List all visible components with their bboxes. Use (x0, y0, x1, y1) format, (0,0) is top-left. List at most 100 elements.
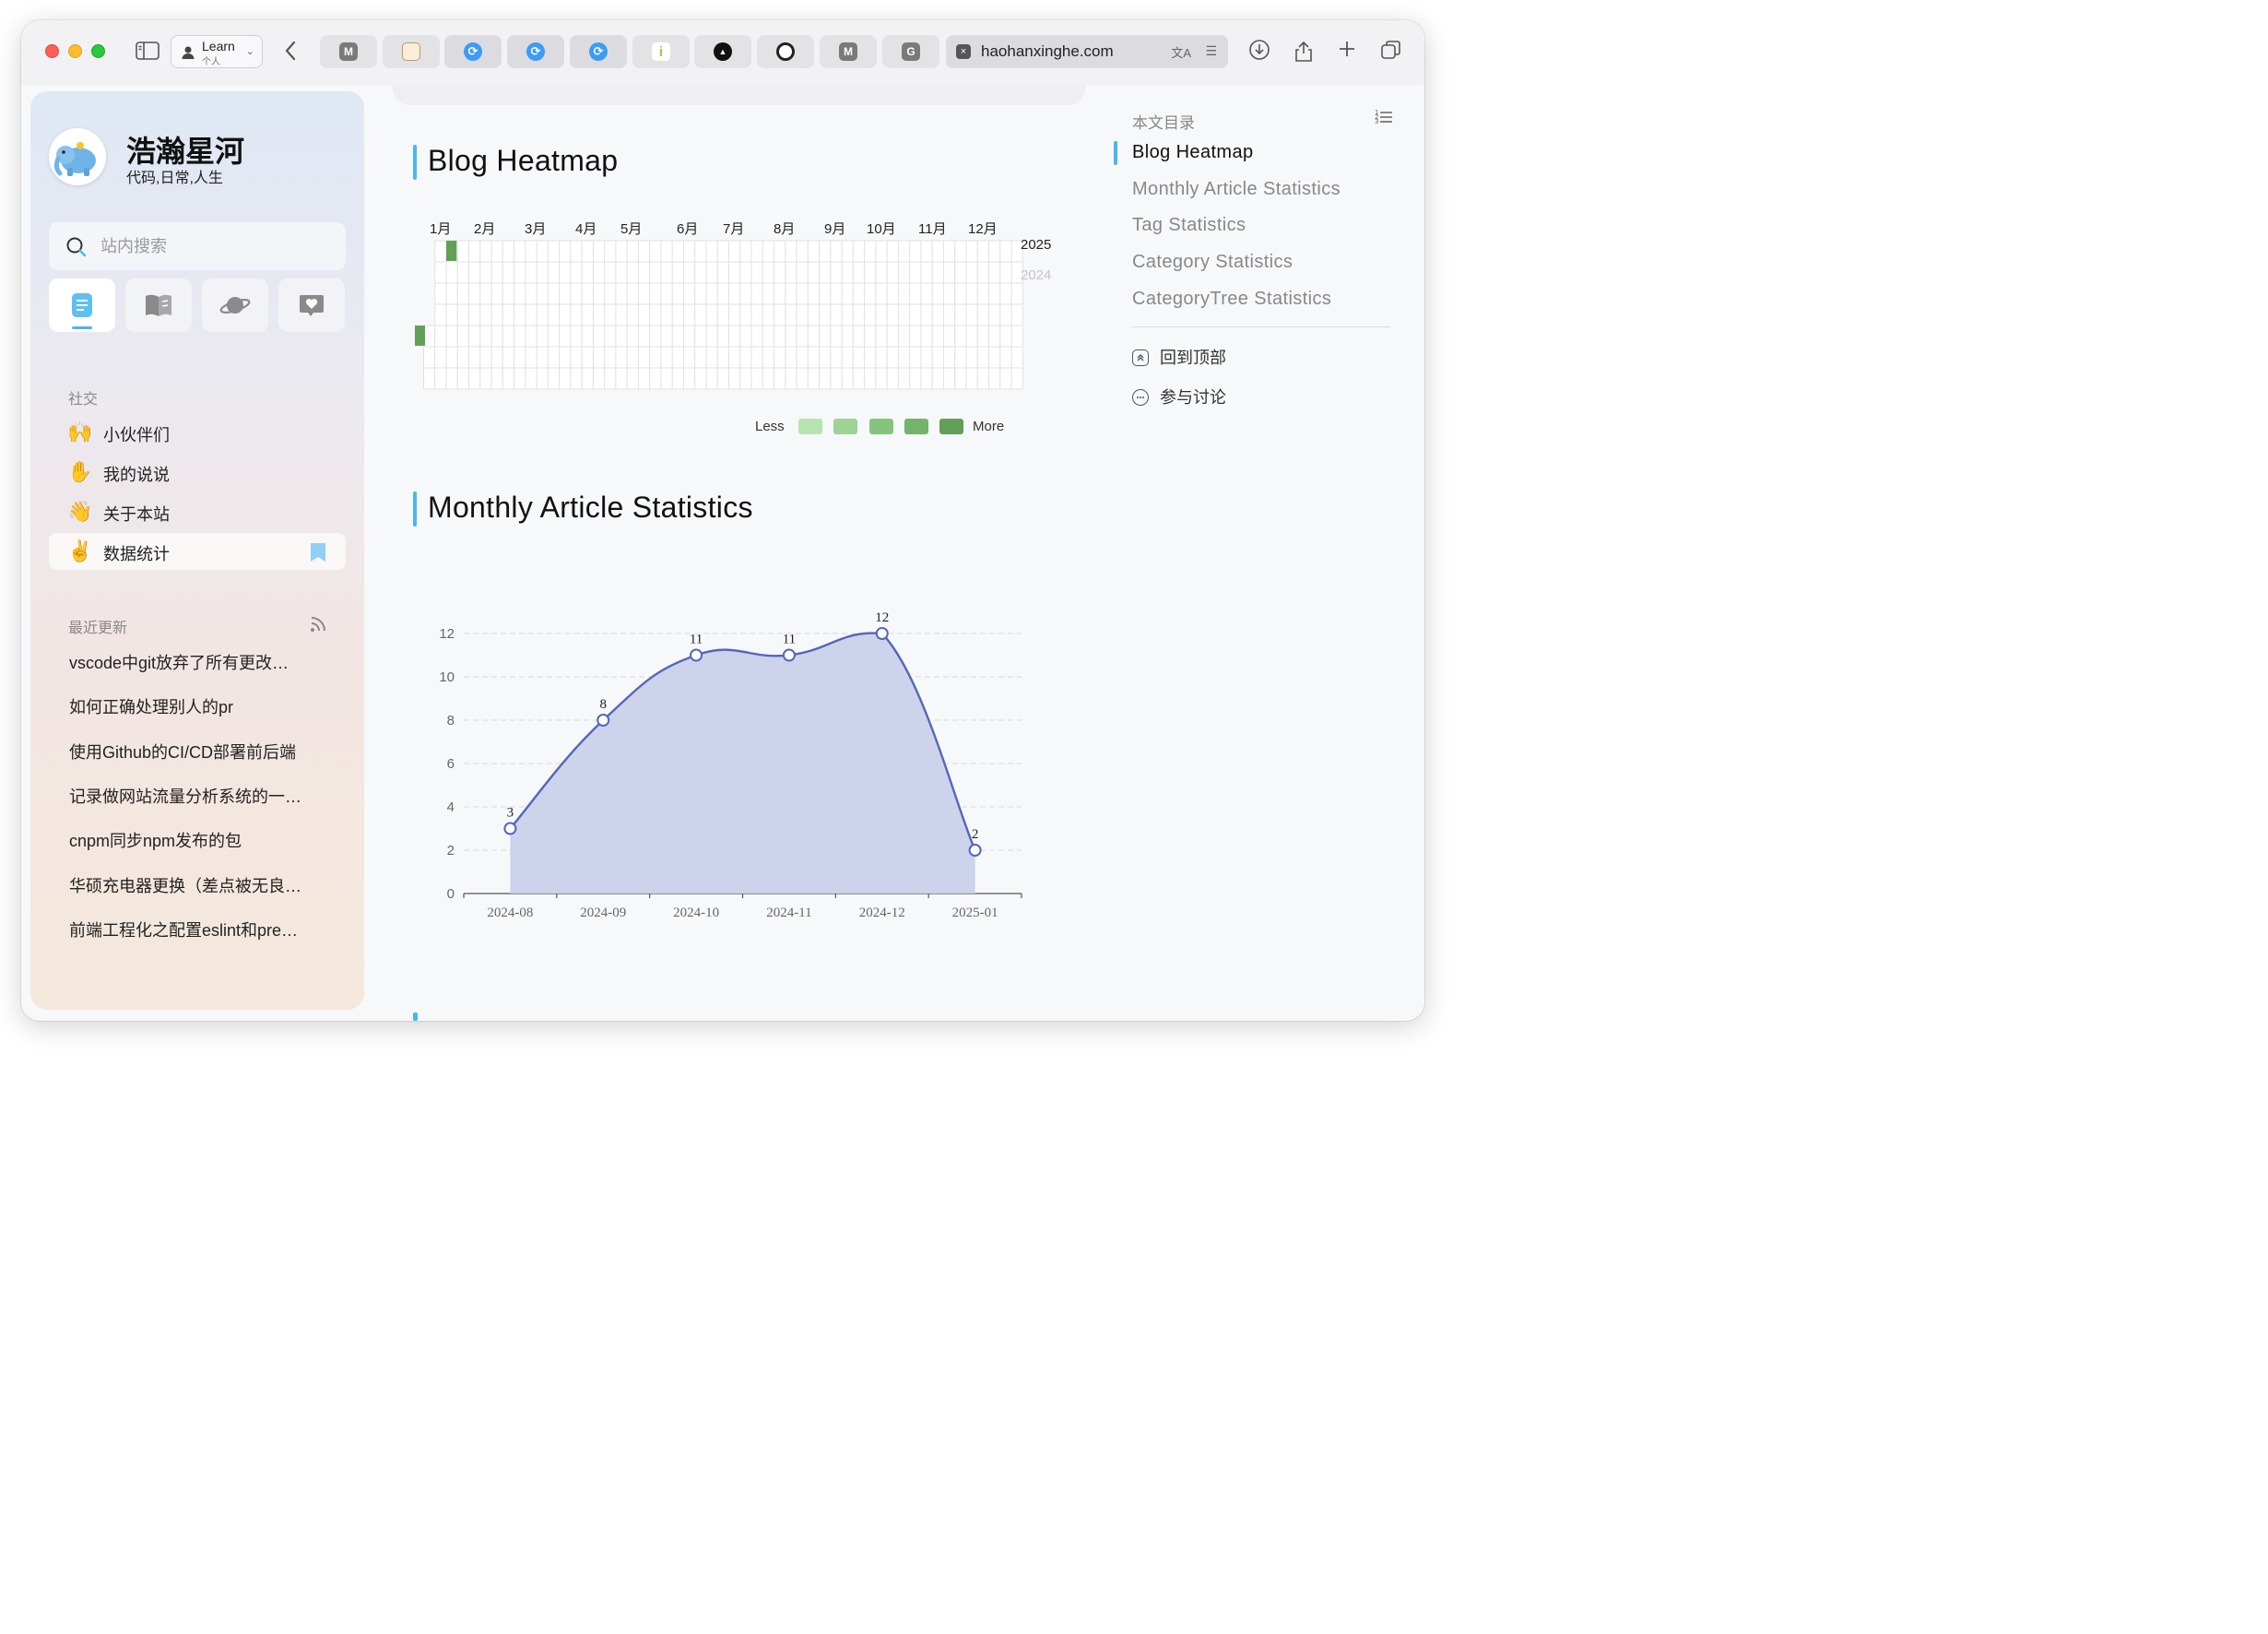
toc-item[interactable]: Category Statistics (1132, 252, 1293, 273)
heatmap-day-cell (682, 325, 696, 348)
profile-switcher[interactable]: Learn 个人 ⌄ (171, 35, 263, 68)
year-2025-link[interactable]: 2025 (1021, 237, 1051, 253)
heatmap-day-cell (423, 367, 436, 390)
chart-data-point (875, 627, 889, 640)
heatmap-day-cell (774, 261, 786, 284)
browser-tab[interactable]: i (632, 35, 690, 68)
browser-tab[interactable]: G (882, 35, 939, 68)
heatmap-month-label: 3月 (525, 221, 547, 237)
heatmap-day-cell (875, 240, 888, 263)
browser-tab[interactable]: ⟳ (444, 35, 502, 68)
site-search[interactable] (49, 222, 346, 270)
bookmark-icon (311, 543, 325, 562)
heatmap-day-cell (942, 240, 956, 263)
heatmap-day-cell (716, 325, 730, 348)
sidebar-toggle-icon[interactable] (136, 41, 159, 61)
social-item[interactable]: 🙌 小伙伴们 (49, 414, 346, 451)
heatmap-day-cell (604, 346, 617, 369)
heatmap-day-cell (796, 346, 809, 369)
browser-tab[interactable]: ⟳ (507, 35, 564, 68)
heatmap-day-cell (897, 346, 911, 369)
recent-post-link[interactable]: 使用Github的CI/CD部署前后端 (69, 740, 327, 764)
browser-tab[interactable]: ⟳ (570, 35, 627, 68)
heatmap-day-cell (739, 303, 752, 326)
heatmap-day-cell (547, 282, 561, 305)
close-window-button[interactable] (45, 44, 59, 58)
zoom-window-button[interactable] (91, 44, 105, 58)
blog-sidebar: 浩瀚星河 代码,日常,人生 社交 🙌小伙伴们✋我的说说👋关于本站✌️数据统计 最… (30, 91, 364, 1010)
heatmap-day-cell (456, 325, 470, 348)
new-tab-icon[interactable] (1337, 39, 1357, 65)
heatmap-day-cell (931, 240, 944, 263)
back-button[interactable] (279, 39, 301, 63)
social-item-label: 数据统计 (103, 545, 170, 563)
recent-post-link[interactable]: 华硕充电器更换（差点被无良… (69, 873, 327, 897)
rss-icon[interactable] (309, 615, 327, 633)
heatmap-day-cell (976, 303, 989, 326)
chart-x-tick-label: 2024-10 (673, 906, 719, 920)
heatmap-day-cell (796, 282, 809, 305)
heatmap-day-cell (774, 325, 786, 348)
nav-explore-button[interactable] (202, 278, 268, 332)
heatmap-day-cell (774, 282, 786, 305)
social-item-label: 关于本站 (103, 505, 170, 524)
recent-post-link[interactable]: 前端工程化之配置eslint和pre… (69, 918, 327, 941)
chart-data-label: 2 (972, 827, 979, 842)
social-item[interactable]: ✌️ 数据统计 (49, 533, 346, 570)
discuss-button[interactable]: 参与讨论 (1132, 385, 1226, 408)
heatmap-day-cell (728, 303, 741, 326)
social-item[interactable]: ✋ 我的说说 (49, 454, 346, 491)
nav-archive-button[interactable] (125, 278, 192, 332)
toc-item[interactable]: CategoryTree Statistics (1132, 289, 1331, 310)
browser-tab[interactable]: M (320, 35, 377, 68)
reader-icon[interactable]: ☰ (1205, 43, 1217, 59)
tab-favicon-letter: M (344, 45, 353, 58)
recent-post-link[interactable]: 记录做网站流量分析系统的一… (69, 784, 327, 808)
heatmap-day-cell (705, 325, 718, 348)
browser-tab[interactable] (757, 35, 814, 68)
heatmap-day-cell (875, 261, 888, 284)
heatmap-day-cell (976, 367, 989, 390)
recent-post-link[interactable]: cnpm同步npm发布的包 (69, 828, 327, 852)
recent-post-link[interactable]: vscode中git放弃了所有更改… (69, 650, 327, 674)
year-2024-link[interactable]: 2024 (1021, 267, 1051, 283)
search-icon (66, 237, 87, 257)
heatmap-day-cell (807, 261, 821, 284)
download-icon[interactable] (1248, 39, 1270, 66)
tab-overview-icon[interactable] (1380, 39, 1402, 66)
nav-articles-button[interactable] (49, 278, 115, 332)
heatmap-day-cell (626, 303, 639, 326)
heatmap-day-cell (976, 346, 989, 369)
search-input[interactable] (100, 234, 322, 258)
heatmap-day-cell (931, 367, 944, 390)
recent-post-link[interactable]: 如何正确处理别人的pr (69, 694, 327, 718)
heatmap-day-cell (671, 325, 684, 348)
heatmap-day-cell (649, 240, 662, 263)
browser-tab[interactable] (383, 35, 440, 68)
heatmap-day-cell (660, 367, 673, 390)
avatar[interactable] (49, 128, 106, 185)
toc-item[interactable]: Monthly Article Statistics (1132, 179, 1341, 200)
browser-tab[interactable]: ▲ (694, 35, 751, 68)
heatmap-day-cell (547, 261, 561, 284)
heatmap-day-cell (965, 325, 978, 348)
heatmap-day-cell (875, 346, 888, 369)
toc-item[interactable]: Blog Heatmap (1132, 142, 1254, 163)
heatmap-day-cell (942, 325, 956, 348)
back-to-top-button[interactable]: 回到顶部 (1132, 345, 1226, 369)
toc-item[interactable]: Tag Statistics (1132, 215, 1246, 236)
share-icon[interactable] (1293, 39, 1314, 68)
heatmap-day-cell (468, 346, 481, 369)
social-item-label: 我的说说 (103, 466, 170, 484)
minimize-window-button[interactable] (68, 44, 82, 58)
social-item[interactable]: 👋 关于本站 (49, 493, 346, 530)
browser-tab[interactable]: M (820, 35, 877, 68)
list-icon[interactable]: 123 (1375, 108, 1393, 124)
heatmap-day-cell (819, 261, 832, 284)
translate-icon[interactable]: 文A (1171, 43, 1191, 61)
address-bar[interactable]: × haohanxinghe.com 文A ☰ (946, 35, 1228, 68)
chart-x-tick-label: 2025-01 (952, 906, 998, 920)
heatmap-day-cell (660, 261, 673, 284)
heatmap-day-cell (468, 325, 481, 348)
nav-messages-button[interactable] (278, 278, 345, 332)
